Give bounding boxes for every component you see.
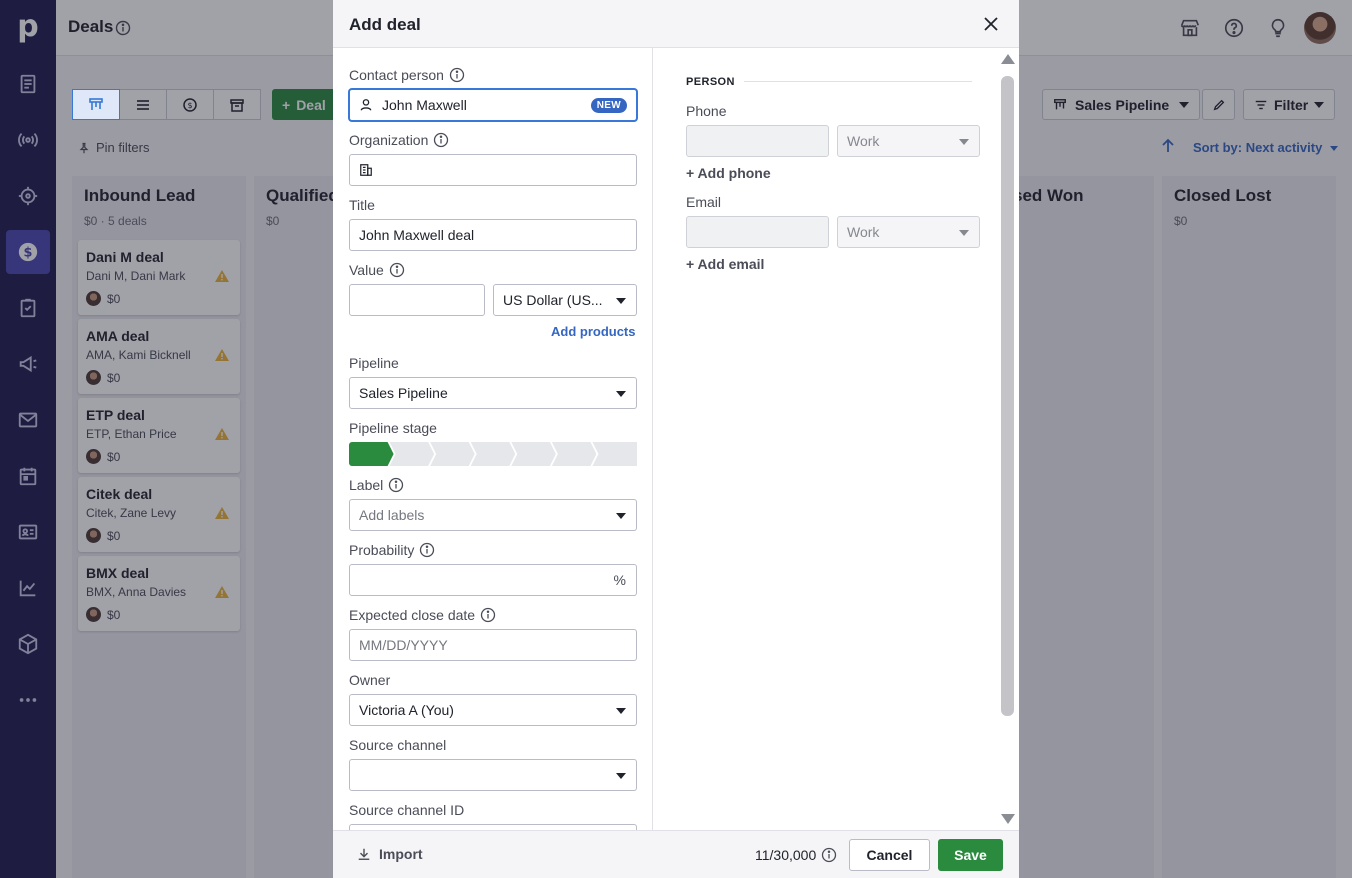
probability-input[interactable]: % — [349, 564, 637, 596]
import-button[interactable]: Import — [357, 846, 423, 862]
percent-suffix: % — [613, 572, 626, 588]
new-badge: NEW — [590, 98, 627, 113]
info-icon[interactable] — [821, 847, 837, 863]
info-icon[interactable] — [433, 132, 449, 148]
info-icon[interactable] — [480, 607, 496, 623]
download-icon — [358, 848, 370, 860]
label-label: Label — [349, 477, 404, 493]
pipeline-stage-selector — [349, 442, 638, 466]
person-section-title: PERSON — [686, 76, 735, 88]
info-icon[interactable] — [419, 542, 435, 558]
owner-select[interactable]: Victoria A (You) — [349, 694, 637, 726]
chevron-down-icon — [616, 513, 626, 519]
pipeline-stage-segment[interactable] — [390, 442, 435, 466]
pipeline-stage-segment[interactable] — [552, 442, 597, 466]
modal-header: Add deal — [333, 0, 1019, 48]
value-label: Value — [349, 262, 405, 278]
source-channel-select[interactable] — [349, 759, 637, 791]
deal-counter: 11/30,000 — [755, 847, 837, 863]
scrollbar-thumb[interactable] — [1001, 76, 1014, 716]
chevron-down-icon — [616, 708, 626, 714]
info-icon[interactable] — [389, 262, 405, 278]
scroll-down-arrow-icon[interactable] — [1001, 814, 1015, 824]
info-icon[interactable] — [449, 67, 465, 83]
pipeline-stage-segment[interactable] — [592, 442, 638, 466]
modal-footer: Import 11/30,000 Cancel Save — [333, 830, 1019, 878]
divider — [744, 81, 972, 82]
pipeline-stage-label: Pipeline stage — [349, 420, 437, 436]
labels-select[interactable]: Add labels — [349, 499, 637, 531]
email-type-select[interactable]: Work — [837, 216, 980, 248]
probability-label: Probability — [349, 542, 435, 558]
deal-form: Contact person John Maxwell NEW Organiza… — [333, 48, 653, 830]
currency-select[interactable]: US Dollar (US... — [493, 284, 637, 316]
chevron-down-icon — [616, 298, 626, 304]
close-date-label: Expected close date — [349, 607, 496, 623]
pipeline-stage-segment[interactable] — [511, 442, 556, 466]
value-amount-input[interactable] — [349, 284, 485, 316]
organization-label: Organization — [349, 132, 449, 148]
phone-type-select[interactable]: Work — [837, 125, 980, 157]
info-icon[interactable] — [388, 477, 404, 493]
chevron-down-icon — [959, 230, 969, 236]
source-channel-id-label: Source channel ID — [349, 802, 465, 818]
pipeline-label: Pipeline — [349, 355, 399, 371]
organization-input[interactable] — [349, 154, 637, 186]
title-input[interactable]: John Maxwell deal — [349, 219, 637, 251]
pipeline-select[interactable]: Sales Pipeline — [349, 377, 637, 409]
contact-person-label: Contact person — [349, 67, 465, 83]
contact-person-input[interactable]: John Maxwell NEW — [349, 89, 637, 121]
add-phone-link[interactable]: + Add phone — [686, 165, 771, 181]
phone-label: Phone — [686, 103, 727, 119]
add-email-link[interactable]: + Add email — [686, 256, 764, 272]
kanban-view-button[interactable] — [72, 89, 120, 120]
building-icon — [360, 164, 372, 176]
add-products-link[interactable]: Add products — [551, 324, 636, 339]
email-input[interactable] — [686, 216, 829, 248]
modal-title: Add deal — [349, 15, 421, 34]
pipeline-stage-segment[interactable] — [430, 442, 475, 466]
email-label: Email — [686, 194, 722, 210]
pipeline-stage-segment[interactable] — [349, 442, 394, 466]
chevron-down-icon — [616, 773, 626, 779]
source-channel-label: Source channel — [349, 737, 447, 753]
person-section: PERSON Phone Work + Add phone Email Work… — [654, 48, 998, 830]
chevron-down-icon — [616, 391, 626, 397]
cancel-button[interactable]: Cancel — [849, 839, 930, 871]
save-button[interactable]: Save — [938, 839, 1003, 871]
add-deal-modal: Add deal Contact person John Maxwell NEW… — [333, 0, 1019, 878]
person-icon — [360, 99, 372, 111]
owner-label: Owner — [349, 672, 391, 688]
scroll-up-arrow-icon[interactable] — [1001, 54, 1015, 64]
pipeline-stage-segment[interactable] — [471, 442, 516, 466]
chevron-down-icon — [959, 139, 969, 145]
title-label: Title — [349, 197, 375, 213]
close-icon[interactable] — [981, 14, 1001, 34]
phone-input[interactable] — [686, 125, 829, 157]
close-date-input[interactable]: MM/DD/YYYY — [349, 629, 637, 661]
